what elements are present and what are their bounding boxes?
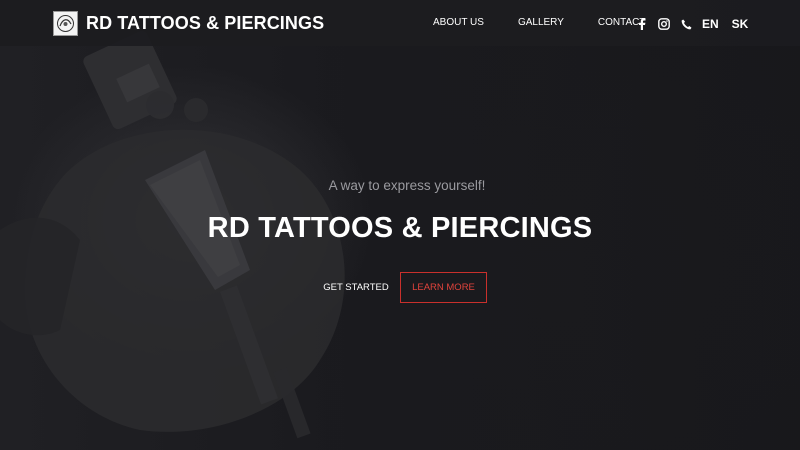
instagram-icon[interactable]	[658, 18, 670, 30]
language-sk[interactable]: SK	[732, 17, 749, 31]
social-and-language: EN SK	[636, 17, 761, 31]
get-started-button[interactable]: GET STARTED	[320, 279, 392, 297]
nav-link-about-us[interactable]: ABOUT US	[433, 17, 484, 28]
facebook-icon[interactable]	[636, 18, 648, 30]
nav-link-gallery[interactable]: GALLERY	[518, 17, 564, 28]
brand-name: RD TATTOOS & PIERCINGS	[86, 12, 325, 33]
phone-icon[interactable]	[680, 18, 692, 30]
language-en[interactable]: EN	[702, 17, 719, 31]
brand-logo-icon	[53, 10, 78, 36]
hero-title: RD TATTOOS & PIERCINGS	[207, 212, 593, 244]
learn-more-button[interactable]: LEARN MORE	[400, 272, 487, 303]
top-navbar: RD TATTOOS & PIERCINGS ABOUT US GALLERY …	[0, 0, 800, 46]
brand-link[interactable]: RD TATTOOS & PIERCINGS	[53, 10, 324, 36]
hero-tagline: A way to express yourself!	[328, 178, 486, 193]
